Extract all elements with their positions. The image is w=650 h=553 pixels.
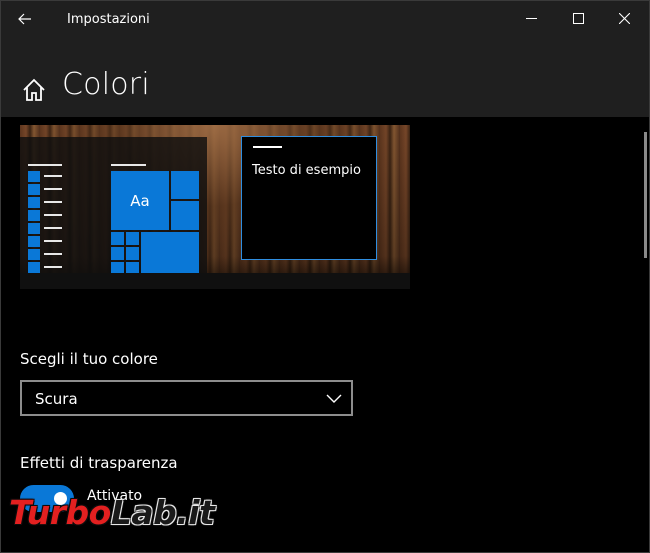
rail-tile [28, 236, 40, 247]
back-button[interactable] [9, 5, 41, 33]
rail-line [44, 253, 62, 255]
tile-mini [126, 232, 139, 245]
tile-mini [126, 247, 139, 260]
rail-tile [28, 210, 40, 221]
window-title: Impostazioni [67, 12, 150, 27]
rail-tile [28, 249, 40, 260]
rail-line [44, 175, 62, 177]
rail-tile [28, 223, 40, 234]
back-arrow-icon [18, 13, 31, 25]
tile-small [171, 201, 199, 230]
rail-line [44, 227, 62, 229]
rail-line [44, 214, 62, 216]
tile-mini [111, 232, 124, 245]
rail-line [44, 201, 62, 203]
sample-window: Testo di esempio [241, 136, 377, 260]
chevron-down-icon [326, 394, 342, 403]
sample-window-bar [253, 146, 282, 148]
tile-mini [111, 262, 124, 273]
tiles-header-line [111, 164, 146, 166]
transparency-toggle[interactable] [20, 485, 74, 512]
rail-line [44, 188, 62, 190]
title-bar: Impostazioni [1, 1, 649, 41]
rail-tile [28, 197, 40, 208]
tile-mini [111, 247, 124, 260]
dropdown-selected-value: Scura [35, 390, 78, 408]
start-menu-preview: Aa [20, 137, 207, 273]
color-mode-dropdown[interactable]: Scura [20, 380, 353, 416]
home-icon[interactable] [21, 77, 47, 103]
close-button[interactable] [601, 1, 647, 35]
sample-text: Testo di esempio [252, 163, 361, 178]
rail-line [28, 164, 62, 166]
tile-label: Aa [130, 191, 150, 210]
close-icon [618, 12, 630, 24]
minimize-button[interactable] [508, 1, 554, 35]
toggle-state-label: Attivato [87, 488, 143, 504]
rail-line [44, 266, 62, 268]
tile-small [171, 171, 199, 199]
rail-line [44, 240, 62, 242]
settings-window: Impostazioni Colori Aa Testo di esempio … [0, 0, 650, 553]
scrollbar-thumb[interactable] [644, 132, 647, 258]
toggle-knob [54, 492, 67, 505]
tile-wide [141, 232, 199, 273]
tile-mini [126, 262, 139, 273]
maximize-icon [572, 12, 584, 24]
rail-tile [28, 184, 40, 195]
choose-color-label: Scegli il tuo colore [20, 350, 158, 368]
page-title: Colori [62, 67, 150, 102]
maximize-button[interactable] [555, 1, 601, 35]
transparency-label: Effetti di trasparenza [20, 454, 178, 472]
preview-taskbar [20, 273, 410, 289]
rail-tile [28, 171, 40, 182]
minimize-icon [525, 17, 537, 19]
theme-preview: Aa Testo di esempio [20, 125, 410, 289]
tile-large: Aa [111, 171, 169, 230]
rail-tile [28, 262, 40, 273]
page-header: Colori [1, 41, 649, 117]
